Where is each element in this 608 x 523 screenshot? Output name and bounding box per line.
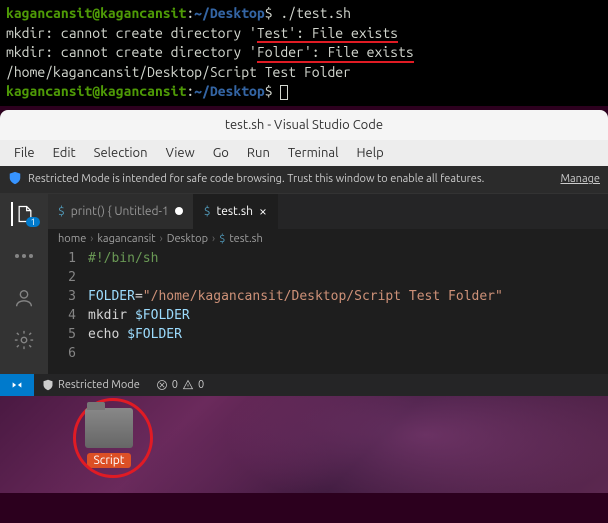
- menu-run[interactable]: Run: [239, 144, 278, 162]
- underline-annotation: Folder: [257, 45, 304, 62]
- shell-icon: $: [58, 205, 65, 218]
- titlebar[interactable]: test.sh - Visual Studio Code: [0, 110, 608, 140]
- menu-edit[interactable]: Edit: [45, 144, 84, 162]
- dirty-indicator-icon: [175, 207, 183, 215]
- status-restricted[interactable]: Restricted Mode: [34, 379, 148, 391]
- activity-bar: 1: [0, 194, 48, 374]
- desktop[interactable]: Script: [0, 396, 608, 493]
- chevron-right-icon: ›: [160, 233, 163, 245]
- accounts-icon[interactable]: [12, 286, 36, 310]
- chevron-right-icon: ›: [90, 233, 93, 245]
- menu-terminal[interactable]: Terminal: [280, 144, 347, 162]
- editor-area: $ print() { Untitled-1 $ test.sh × home›…: [48, 194, 608, 374]
- line-number: 6: [48, 346, 88, 361]
- desktop-folder[interactable]: Script: [85, 404, 133, 468]
- terminal-output-line: /home/kagancansit/Desktop/Script Test Fo…: [6, 63, 602, 83]
- restricted-message: Restricted Mode is intended for safe cod…: [28, 173, 484, 185]
- tab-testsh[interactable]: $ test.sh ×: [194, 194, 278, 229]
- explorer-icon[interactable]: 1: [11, 202, 35, 226]
- line-number: 4: [48, 308, 88, 323]
- terminal-command: ./test.sh: [273, 5, 351, 21]
- window-title: test.sh - Visual Studio Code: [225, 118, 383, 132]
- menu-file[interactable]: File: [6, 144, 43, 162]
- shield-icon: [42, 379, 54, 391]
- menu-help[interactable]: Help: [348, 144, 391, 162]
- terminal-cursor[interactable]: [280, 85, 288, 100]
- terminal-line: kagancansit@kagancansit:~/Desktop$ ./tes…: [6, 4, 602, 24]
- status-problems[interactable]: 0 0: [148, 379, 212, 391]
- vscode-window: test.sh - Visual Studio Code File Edit S…: [0, 110, 608, 396]
- shell-icon: $: [204, 205, 211, 218]
- code-editor[interactable]: 1#!/bin/sh 2 3FOLDER="/home/kagancansit/…: [48, 249, 608, 363]
- terminal-output-line: mkdir: cannot create directory 'Folder':…: [6, 43, 602, 63]
- tab-untitled[interactable]: $ print() { Untitled-1: [48, 194, 194, 229]
- line-number: 3: [48, 289, 88, 304]
- more-icon[interactable]: [12, 244, 36, 268]
- menu-view[interactable]: View: [158, 144, 203, 162]
- prompt-user: kagancansit@kagancansit: [6, 5, 186, 21]
- folder-icon: [85, 408, 133, 448]
- shield-icon: [8, 171, 22, 188]
- terminal-line: kagancansit@kagancansit:~/Desktop$: [6, 82, 602, 102]
- menu-go[interactable]: Go: [205, 144, 237, 162]
- menu-selection[interactable]: Selection: [86, 144, 156, 162]
- settings-gear-icon[interactable]: [12, 328, 36, 352]
- underline-annotation: Test: [257, 26, 288, 43]
- terminal-output-line: mkdir: cannot create directory 'Test': F…: [6, 24, 602, 44]
- remote-button[interactable]: [0, 374, 34, 396]
- line-number: 5: [48, 327, 88, 342]
- status-bar: Restricted Mode 0 0: [0, 374, 608, 396]
- restricted-mode-banner: Restricted Mode is intended for safe cod…: [0, 166, 608, 194]
- badge: 1: [26, 217, 39, 227]
- menubar: File Edit Selection View Go Run Terminal…: [0, 140, 608, 166]
- manage-link[interactable]: Manage: [560, 173, 600, 185]
- breadcrumb[interactable]: home› kagancansit› Desktop› $ test.sh: [48, 229, 608, 249]
- line-number: 2: [48, 270, 88, 285]
- terminal[interactable]: kagancansit@kagancansit:~/Desktop$ ./tes…: [0, 0, 608, 106]
- error-icon: [156, 379, 168, 391]
- warning-icon: [182, 379, 194, 391]
- prompt-path: ~/Desktop: [194, 5, 265, 21]
- close-icon[interactable]: ×: [259, 203, 267, 219]
- tabs: $ print() { Untitled-1 $ test.sh ×: [48, 194, 608, 229]
- chevron-right-icon: ›: [212, 233, 215, 245]
- line-number: 1: [48, 251, 88, 266]
- shell-icon: $: [219, 233, 225, 245]
